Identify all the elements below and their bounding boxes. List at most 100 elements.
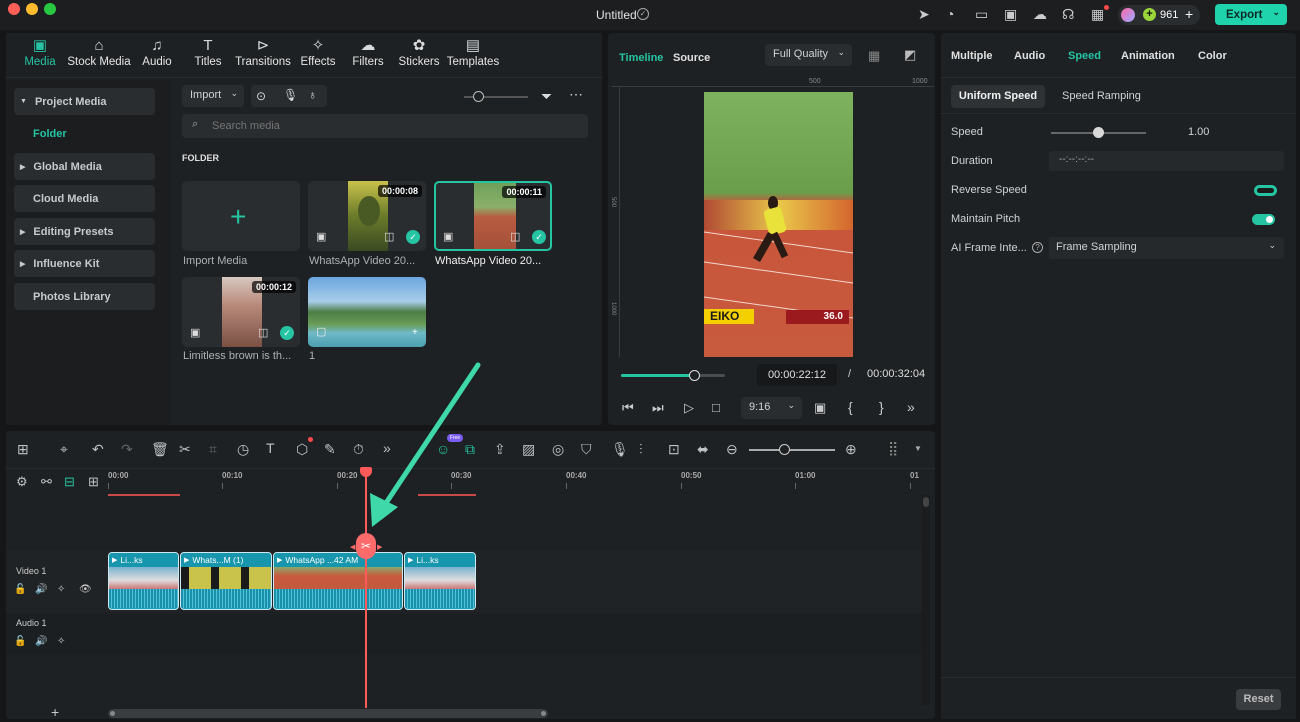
ai-tool-icon[interactable]: ✧	[57, 584, 65, 595]
lock-icon[interactable]: 🔓	[14, 636, 26, 647]
pen-icon[interactable]: ✎	[324, 441, 336, 458]
tab-audio[interactable]: Audio	[1014, 50, 1045, 62]
lock-icon[interactable]: 🔓	[14, 584, 26, 595]
microphone-icon[interactable]: 🎙	[283, 88, 298, 102]
cloud-icon[interactable]: ☁	[1033, 6, 1047, 23]
play-icon[interactable]: ▷	[684, 400, 694, 416]
tab-animation[interactable]: Animation	[1121, 50, 1175, 62]
tab-multiple[interactable]: Multiple	[951, 50, 993, 62]
unlink-icon[interactable]: ⚯	[41, 474, 52, 490]
aspect-ratio-dropdown[interactable]: 9:16 ⌄	[741, 397, 802, 419]
tab-timeline[interactable]: Timeline	[619, 52, 663, 64]
slider-knob[interactable]	[473, 91, 484, 102]
sidebar-item-influence-kit[interactable]: ▶ Influence Kit	[14, 250, 155, 277]
shape-icon[interactable]: ⬡	[296, 441, 308, 458]
scroll-thumb[interactable]	[923, 497, 929, 507]
help-icon[interactable]: ?	[1032, 242, 1043, 253]
redo-icon[interactable]: ↷	[121, 441, 133, 458]
search-media-field[interactable]: ⌕	[182, 114, 588, 138]
sidebar-item-cloud-media[interactable]: Cloud Media	[14, 185, 155, 212]
link-icon[interactable]: ⊟	[64, 474, 75, 490]
scroll-handle-right[interactable]	[541, 711, 546, 716]
sidebar-item-folder[interactable]: Folder	[33, 128, 67, 140]
support-icon[interactable]: ☊	[1062, 6, 1074, 23]
snapshot-icon[interactable]: ◩	[904, 47, 916, 63]
credits-pill[interactable]: + 961 +	[1118, 5, 1200, 25]
add-icon[interactable]: +	[412, 327, 418, 338]
stabilize-icon[interactable]: ◎	[552, 441, 564, 458]
zoom-slider-knob[interactable]	[779, 444, 790, 455]
apps-grid-icon[interactable]: ▦	[1091, 6, 1104, 23]
speed-icon[interactable]: ◷	[237, 441, 249, 458]
zoom-slider[interactable]	[749, 449, 835, 451]
media-item[interactable]: ▢ +	[308, 277, 426, 347]
render-preview-icon[interactable]: ▣	[814, 400, 826, 416]
add-credits-icon[interactable]: +	[1185, 6, 1193, 22]
media-item-selected[interactable]: 00:00:11 ▣ ◫ ✓	[434, 181, 552, 251]
chevron-down-icon[interactable]: ⌄	[1272, 7, 1280, 18]
search-input[interactable]	[212, 117, 572, 135]
sidebar-item-photos-library[interactable]: Photos Library	[14, 283, 155, 310]
speed-slider-knob[interactable]	[1093, 127, 1104, 138]
add-icon[interactable]: +	[230, 201, 246, 233]
save-icon[interactable]: ▣	[1004, 6, 1017, 23]
split-scissors-icon[interactable]: ✂	[356, 533, 376, 559]
speed-value[interactable]: 1.00	[1188, 126, 1209, 138]
sidebar-item-project-media[interactable]: ▼ Project Media	[14, 88, 155, 115]
timeline-clip[interactable]: ▶ Li...ks	[404, 552, 476, 610]
volume-icon[interactable]: 🔊	[35, 636, 47, 647]
record-icon[interactable]: ⊙	[256, 89, 266, 103]
ai-tool-icon[interactable]: ✧	[57, 636, 65, 647]
crop-icon[interactable]: ⌗	[209, 441, 217, 458]
send-icon[interactable]: ➤	[918, 6, 930, 23]
subtab-uniform-speed[interactable]: Uniform Speed	[951, 85, 1045, 108]
close-window-button[interactable]	[8, 3, 20, 15]
sidebar-item-editing-presets[interactable]: ▶ Editing Presets	[14, 218, 155, 245]
grid-view-icon[interactable]: ▦	[868, 48, 880, 64]
scroll-handle-left[interactable]	[110, 711, 115, 716]
replace-icon[interactable]: ⊡	[668, 441, 680, 458]
track-manage-icon[interactable]: ⊞	[88, 474, 99, 490]
timeline-clip-selected[interactable]: ▶ WhatsApp ...42 AM	[273, 552, 403, 610]
quality-dropdown[interactable]: Full Quality ⌄	[765, 44, 852, 66]
mixer-icon[interactable]: ⫶	[639, 441, 643, 458]
volume-icon[interactable]: 🔊	[35, 584, 47, 595]
reverse-speed-toggle[interactable]	[1254, 185, 1277, 196]
video-preview[interactable]: EIKO 36.0	[704, 92, 853, 357]
more-controls-icon[interactable]: »	[907, 399, 915, 415]
subtab-speed-ramping[interactable]: Speed Ramping	[1062, 90, 1141, 102]
previous-frame-icon[interactable]: ⏮	[622, 400, 634, 416]
timeline-clip[interactable]: ▶ Whats...M (1)	[180, 552, 272, 610]
filter-icon[interactable]: ⏷	[541, 88, 552, 105]
chevron-down-icon[interactable]: ▼	[914, 444, 922, 453]
track-layout-icon[interactable]: ⣿	[888, 440, 898, 457]
visibility-icon[interactable]: 👁	[79, 584, 92, 595]
layout-grid-icon[interactable]: ⊞	[17, 441, 29, 458]
select-tool-icon[interactable]: ⌖	[60, 441, 68, 458]
horizontal-scrollbar[interactable]	[108, 709, 548, 718]
timeline-clip[interactable]: ▶ Li...ks	[108, 552, 179, 610]
fit-icon[interactable]: ⬌	[697, 441, 709, 458]
timeline-ruler[interactable]: 00:00 00:10 00:20 00:30 00:40 00:50 01:00 01	[108, 469, 922, 501]
maximize-window-button[interactable]	[44, 3, 56, 15]
microphone-icon[interactable]: 🎙	[611, 441, 629, 458]
reset-button[interactable]: Reset	[1236, 689, 1281, 710]
undo-icon[interactable]: ↶	[92, 441, 104, 458]
voice-icon[interactable]: ♁	[308, 88, 317, 102]
current-time[interactable]: 00:00:22:12	[757, 364, 837, 386]
import-media-tile[interactable]: +	[182, 181, 300, 251]
delete-icon[interactable]: 🗑	[151, 441, 169, 458]
layout-icon[interactable]: ▭	[975, 6, 988, 23]
export-clip-icon[interactable]: ⇪	[494, 441, 506, 458]
import-dropdown[interactable]: Import ⌄	[182, 85, 244, 107]
more-options-icon[interactable]: ⋯	[569, 86, 583, 103]
text-icon[interactable]: T	[266, 440, 275, 456]
minimize-window-button[interactable]	[26, 3, 38, 15]
tab-templates[interactable]: ▤ Templates	[437, 36, 509, 68]
vertical-scrollbar[interactable]	[922, 495, 930, 705]
export-button[interactable]: Export ⌄	[1215, 4, 1287, 25]
stop-icon[interactable]: □	[712, 400, 720, 415]
shield-icon[interactable]: ⛉	[581, 441, 592, 458]
zoom-out-icon[interactable]: ⊖	[726, 441, 738, 458]
ai-frame-dropdown[interactable]: Frame Sampling ⌄	[1049, 237, 1284, 259]
